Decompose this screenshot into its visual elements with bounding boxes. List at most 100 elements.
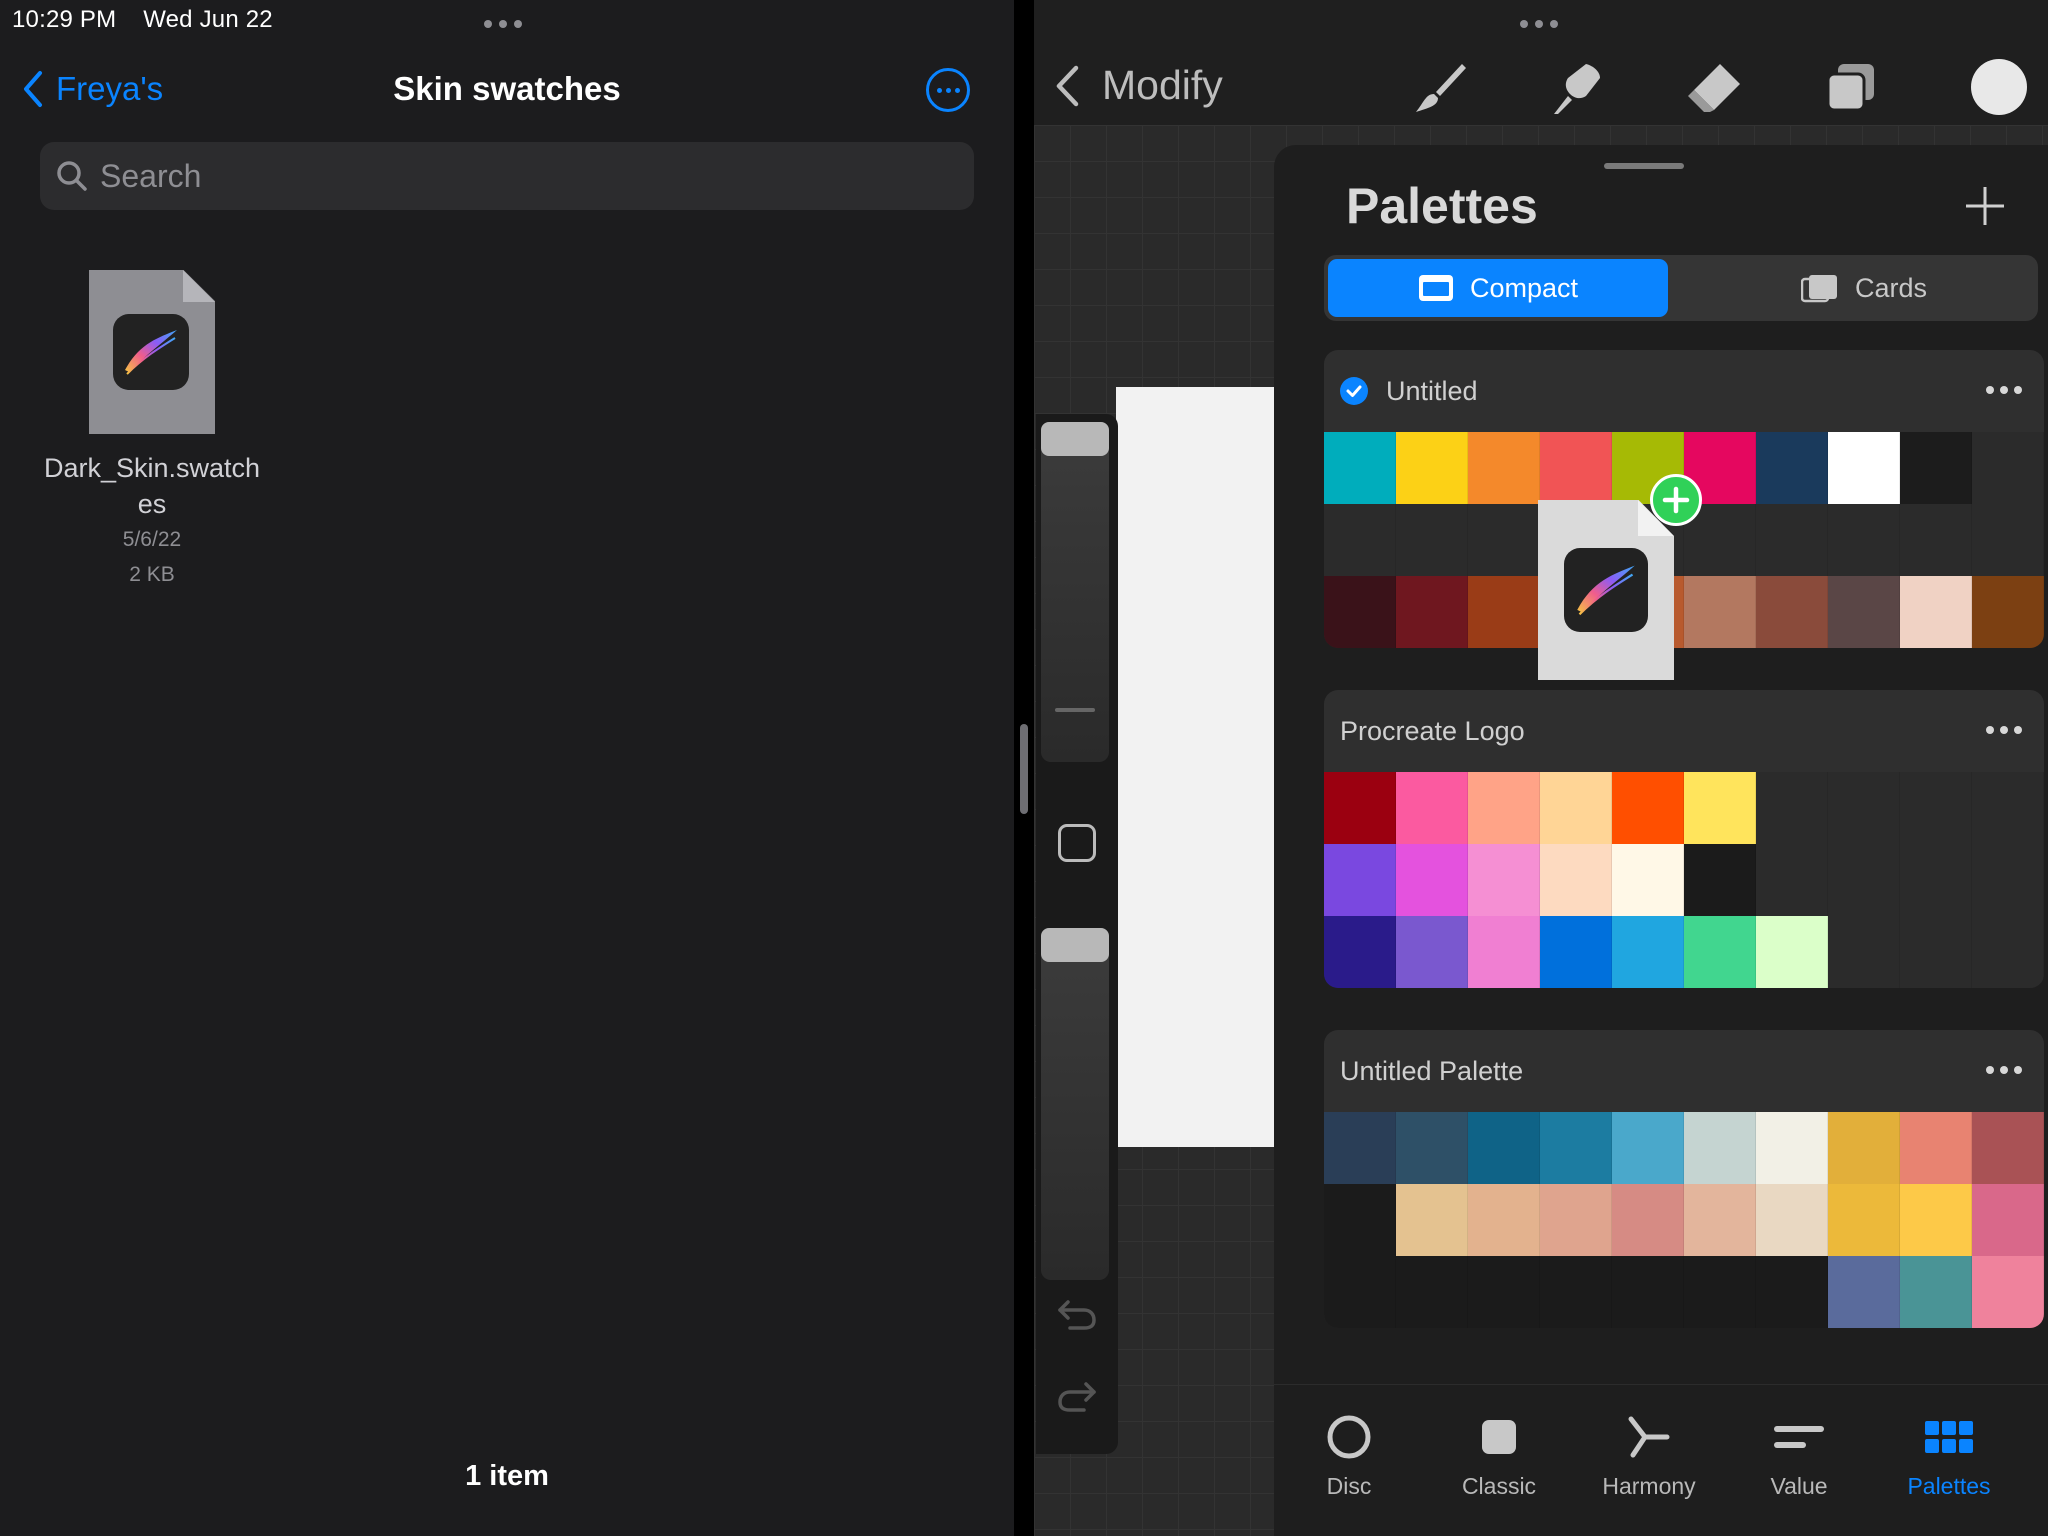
color-swatch[interactable] xyxy=(1324,844,1396,916)
tab-harmony[interactable]: Harmony xyxy=(1574,1409,1724,1500)
palette-card[interactable]: Untitled Palette xyxy=(1324,1030,2044,1328)
brush-size-thumb[interactable] xyxy=(1041,422,1109,456)
color-swatch[interactable] xyxy=(1396,844,1468,916)
redo-icon[interactable] xyxy=(1056,1378,1098,1414)
color-swatch[interactable] xyxy=(1828,1112,1900,1184)
empty-swatch[interactable] xyxy=(1972,844,2044,916)
empty-swatch[interactable] xyxy=(1828,916,1900,988)
color-swatch[interactable] xyxy=(1684,1256,1756,1328)
color-swatch[interactable] xyxy=(1396,1184,1468,1256)
color-swatch[interactable] xyxy=(1756,1256,1828,1328)
color-swatch[interactable] xyxy=(1900,1112,1972,1184)
palette-options-icon[interactable] xyxy=(1986,726,2022,734)
divider-handle[interactable] xyxy=(1020,724,1028,814)
color-swatch[interactable] xyxy=(1324,916,1396,988)
search-bar[interactable] xyxy=(40,142,974,210)
color-swatch[interactable] xyxy=(1612,1184,1684,1256)
split-view-divider[interactable] xyxy=(1014,0,1034,1536)
color-swatch[interactable] xyxy=(1684,772,1756,844)
empty-swatch[interactable] xyxy=(1972,504,2044,576)
color-swatch[interactable] xyxy=(1468,1256,1540,1328)
palette-options-icon[interactable] xyxy=(1986,1066,2022,1074)
color-swatch[interactable] xyxy=(1828,1256,1900,1328)
color-swatch[interactable] xyxy=(1396,1256,1468,1328)
tab-palettes[interactable]: Palettes xyxy=(1874,1409,2024,1500)
color-swatch[interactable] xyxy=(1684,844,1756,916)
dragged-file[interactable] xyxy=(1538,500,1674,680)
color-swatch[interactable] xyxy=(1468,576,1540,648)
tab-value[interactable]: Value xyxy=(1724,1409,1874,1500)
panel-grabber[interactable] xyxy=(1604,163,1684,169)
color-swatch[interactable] xyxy=(1540,1256,1612,1328)
color-swatch[interactable] xyxy=(1900,1184,1972,1256)
brush-tool[interactable] xyxy=(1406,54,1474,122)
color-swatch[interactable] xyxy=(1540,432,1612,504)
color-swatch[interactable] xyxy=(1468,916,1540,988)
palette-card[interactable]: Procreate Logo xyxy=(1324,690,2044,988)
color-swatch[interactable] xyxy=(1324,432,1396,504)
empty-swatch[interactable] xyxy=(1756,504,1828,576)
palette-options-icon[interactable] xyxy=(1986,386,2022,394)
color-swatch[interactable] xyxy=(1756,1184,1828,1256)
color-swatch[interactable] xyxy=(1324,1112,1396,1184)
empty-swatch[interactable] xyxy=(1900,504,1972,576)
color-swatch[interactable] xyxy=(1612,1256,1684,1328)
color-swatch[interactable] xyxy=(1756,916,1828,988)
color-swatch[interactable] xyxy=(1324,772,1396,844)
add-palette-icon[interactable] xyxy=(1962,183,2008,229)
color-picker-button[interactable] xyxy=(1971,59,2027,115)
tab-classic[interactable]: Classic xyxy=(1424,1409,1574,1500)
color-swatch[interactable] xyxy=(1828,576,1900,648)
color-swatch[interactable] xyxy=(1468,1184,1540,1256)
opacity-slider[interactable] xyxy=(1041,928,1109,1280)
file-item[interactable]: Dark_Skin.swatches 5/6/22 2 KB xyxy=(40,270,264,592)
cards-tab[interactable]: Cards xyxy=(1694,259,2034,317)
color-swatch[interactable] xyxy=(1468,432,1540,504)
color-swatch[interactable] xyxy=(1468,1112,1540,1184)
color-swatch[interactable] xyxy=(1684,916,1756,988)
color-swatch[interactable] xyxy=(1540,844,1612,916)
empty-swatch[interactable] xyxy=(1972,772,2044,844)
color-swatch[interactable] xyxy=(1468,772,1540,844)
empty-swatch[interactable] xyxy=(1468,504,1540,576)
color-swatch[interactable] xyxy=(1684,1184,1756,1256)
color-swatch[interactable] xyxy=(1828,432,1900,504)
empty-swatch[interactable] xyxy=(1396,504,1468,576)
color-swatch[interactable] xyxy=(1900,576,1972,648)
brush-size-slider[interactable] xyxy=(1041,422,1109,762)
empty-swatch[interactable] xyxy=(1828,504,1900,576)
color-swatch[interactable] xyxy=(1972,1256,2044,1328)
empty-swatch[interactable] xyxy=(1756,844,1828,916)
multitasking-handle-right[interactable] xyxy=(1520,20,1558,28)
color-swatch[interactable] xyxy=(1396,432,1468,504)
color-swatch[interactable] xyxy=(1468,844,1540,916)
layers-tool[interactable] xyxy=(1818,54,1886,122)
search-input[interactable] xyxy=(100,158,900,195)
color-swatch[interactable] xyxy=(1324,1184,1396,1256)
color-swatch[interactable] xyxy=(1324,576,1396,648)
empty-swatch[interactable] xyxy=(1324,504,1396,576)
palette-header[interactable]: Procreate Logo xyxy=(1324,690,2044,772)
color-swatch[interactable] xyxy=(1540,1184,1612,1256)
color-swatch[interactable] xyxy=(1972,576,2044,648)
undo-icon[interactable] xyxy=(1056,1296,1098,1332)
color-swatch[interactable] xyxy=(1396,916,1468,988)
empty-swatch[interactable] xyxy=(1900,844,1972,916)
empty-swatch[interactable] xyxy=(1828,772,1900,844)
compact-tab[interactable]: Compact xyxy=(1328,259,1668,317)
empty-swatch[interactable] xyxy=(1900,916,1972,988)
color-swatch[interactable] xyxy=(1900,432,1972,504)
eraser-tool[interactable] xyxy=(1680,54,1748,122)
empty-swatch[interactable] xyxy=(1972,916,2044,988)
color-swatch[interactable] xyxy=(1756,1112,1828,1184)
empty-swatch[interactable] xyxy=(1828,844,1900,916)
color-swatch[interactable] xyxy=(1396,576,1468,648)
empty-swatch[interactable] xyxy=(1972,432,2044,504)
modify-button[interactable]: Modify xyxy=(1054,62,1223,109)
empty-swatch[interactable] xyxy=(1900,772,1972,844)
color-swatch[interactable] xyxy=(1828,1184,1900,1256)
color-swatch[interactable] xyxy=(1396,772,1468,844)
color-swatch[interactable] xyxy=(1612,916,1684,988)
color-swatch[interactable] xyxy=(1540,916,1612,988)
color-swatch[interactable] xyxy=(1612,1112,1684,1184)
